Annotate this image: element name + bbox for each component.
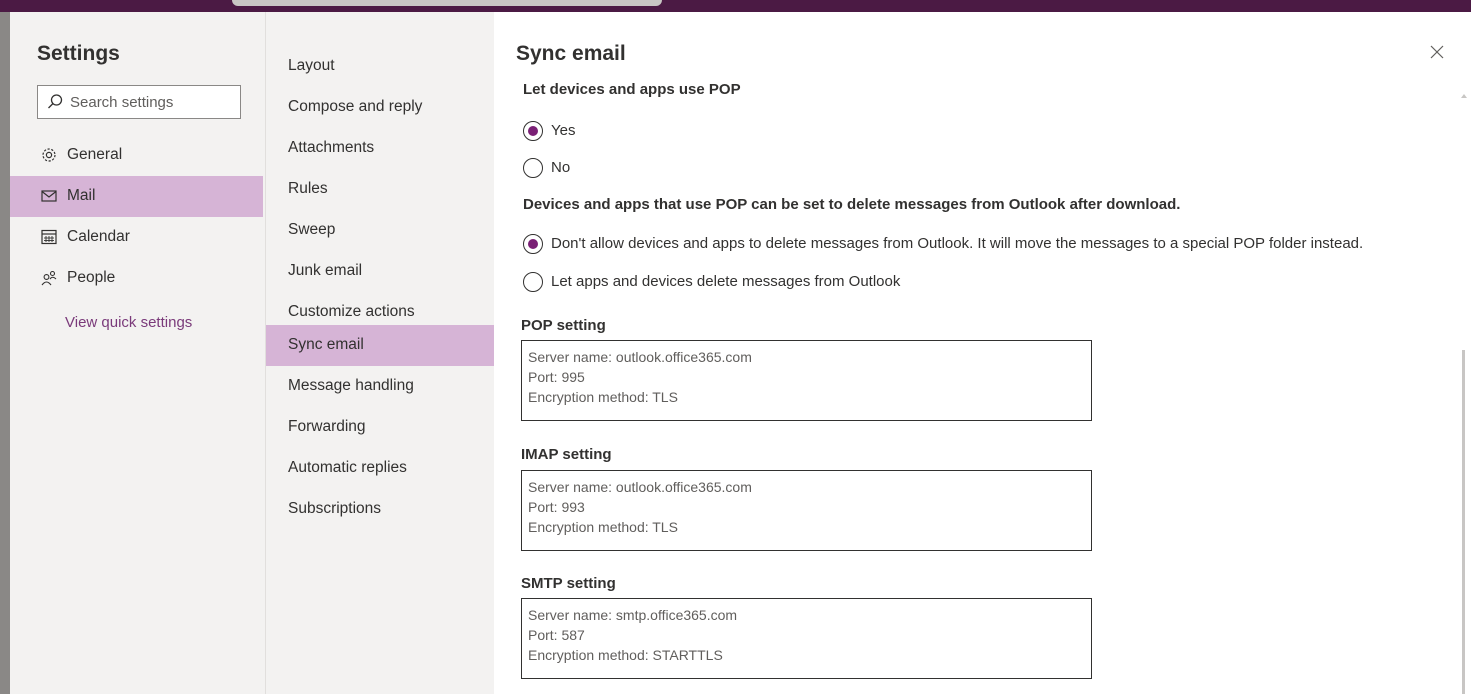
search-settings-box[interactable] <box>37 85 241 119</box>
pop-encryption: Encryption method: TLS <box>528 389 678 405</box>
mail-nav-label: Attachments <box>288 139 375 156</box>
scrollbar-up-arrow[interactable] <box>1461 94 1467 98</box>
sidebar-item-label: General <box>67 146 123 163</box>
view-quick-settings-link[interactable]: View quick settings <box>65 314 192 331</box>
imap-setting-box[interactable]: Server name: outlook.office365.com Port:… <box>521 470 1092 551</box>
pop-yes-radio[interactable] <box>523 121 543 141</box>
pop-port: Port: 995 <box>528 369 585 385</box>
sidebar-item-label: Calendar <box>67 228 130 245</box>
pop-setting-box[interactable]: Server name: outlook.office365.com Port:… <box>521 340 1092 421</box>
mail-nav-label: Sweep <box>288 221 336 238</box>
mail-nav-junk-email[interactable]: Junk email <box>266 251 494 292</box>
mail-nav-subscriptions[interactable]: Subscriptions <box>266 489 494 530</box>
sidebar-item-general[interactable]: General <box>10 135 263 176</box>
topbar-search-area <box>232 0 662 6</box>
pop-no-label[interactable]: No <box>551 159 570 176</box>
close-icon[interactable] <box>1429 44 1445 60</box>
mail-nav-label: Message handling <box>288 377 414 394</box>
mail-nav-label: Sync email <box>288 336 364 353</box>
pop-dont-allow-delete-radio[interactable] <box>523 234 543 254</box>
smtp-setting-heading: SMTP setting <box>521 575 616 592</box>
mail-nav-label: Compose and reply <box>288 98 423 115</box>
smtp-server-name: Server name: smtp.office365.com <box>528 607 738 623</box>
pop-delete-heading: Devices and apps that use POP can be set… <box>523 196 1181 213</box>
sidebar-item-label: Mail <box>67 187 96 204</box>
sidebar-item-people[interactable]: People <box>10 258 263 299</box>
mail-nav-label: Layout <box>288 57 335 74</box>
pop-allow-delete-radio[interactable] <box>523 272 543 292</box>
mail-nav-rules[interactable]: Rules <box>266 169 494 210</box>
search-settings-input[interactable] <box>70 86 235 118</box>
smtp-setting-box[interactable]: Server name: smtp.office365.com Port: 58… <box>521 598 1092 679</box>
sidebar-item-calendar[interactable]: Calendar <box>10 217 263 258</box>
mail-nav-label: Junk email <box>288 262 363 279</box>
mail-nav-message-handling[interactable]: Message handling <box>266 366 494 407</box>
pop-yes-label[interactable]: Yes <box>551 122 575 139</box>
imap-server-name: Server name: outlook.office365.com <box>528 479 752 495</box>
mail-nav-label: Forwarding <box>288 418 366 435</box>
mail-nav-label: Subscriptions <box>288 500 382 517</box>
pop-dont-allow-delete-label[interactable]: Don't allow devices and apps to delete m… <box>551 235 1363 252</box>
pop-allow-delete-label[interactable]: Let apps and devices delete messages fro… <box>551 273 900 290</box>
pop-setting-heading: POP setting <box>521 317 606 334</box>
mail-nav-layout[interactable]: Layout <box>266 46 494 87</box>
gear-icon <box>42 148 56 162</box>
pop-no-radio[interactable] <box>523 158 543 178</box>
mail-nav-label: Automatic replies <box>288 459 407 476</box>
mail-nav-automatic-replies[interactable]: Automatic replies <box>266 448 494 489</box>
calendar-icon <box>41 229 57 245</box>
smtp-port: Port: 587 <box>528 627 585 643</box>
window-edge <box>0 12 10 694</box>
mail-nav-attachments[interactable]: Attachments <box>266 128 494 169</box>
app-topbar <box>0 0 1471 12</box>
pop-access-heading: Let devices and apps use POP <box>523 81 741 98</box>
page-title: Sync email <box>516 42 626 65</box>
sync-email-content: Let devices and apps use POP Yes No Devi… <box>494 80 1454 694</box>
mail-nav-sweep[interactable]: Sweep <box>266 210 494 251</box>
sidebar-item-mail[interactable]: Mail <box>10 176 263 217</box>
imap-setting-heading: IMAP setting <box>521 446 612 463</box>
settings-sidebar: Settings General Mail <box>10 12 265 694</box>
mail-nav-compose-and-reply[interactable]: Compose and reply <box>266 87 494 128</box>
mail-settings-nav: Layout Compose and reply Attachments Rul… <box>265 12 495 694</box>
scrollbar-thumb[interactable] <box>1462 350 1465 694</box>
search-icon <box>48 94 63 109</box>
smtp-encryption: Encryption method: STARTTLS <box>528 647 723 663</box>
settings-title: Settings <box>37 42 120 65</box>
mail-nav-label: Rules <box>288 180 328 197</box>
settings-dialog: Settings General Mail <box>10 12 1471 694</box>
mail-nav-forwarding[interactable]: Forwarding <box>266 407 494 448</box>
sync-email-panel: Sync email Let devices and apps use POP … <box>494 12 1471 694</box>
mail-nav-label: Customize actions <box>288 303 415 320</box>
people-icon <box>41 270 57 286</box>
mail-icon <box>41 190 57 202</box>
imap-encryption: Encryption method: TLS <box>528 519 678 535</box>
imap-port: Port: 993 <box>528 499 585 515</box>
pop-server-name: Server name: outlook.office365.com <box>528 349 752 365</box>
sidebar-item-label: People <box>67 269 116 286</box>
mail-nav-sync-email[interactable]: Sync email <box>266 325 494 366</box>
